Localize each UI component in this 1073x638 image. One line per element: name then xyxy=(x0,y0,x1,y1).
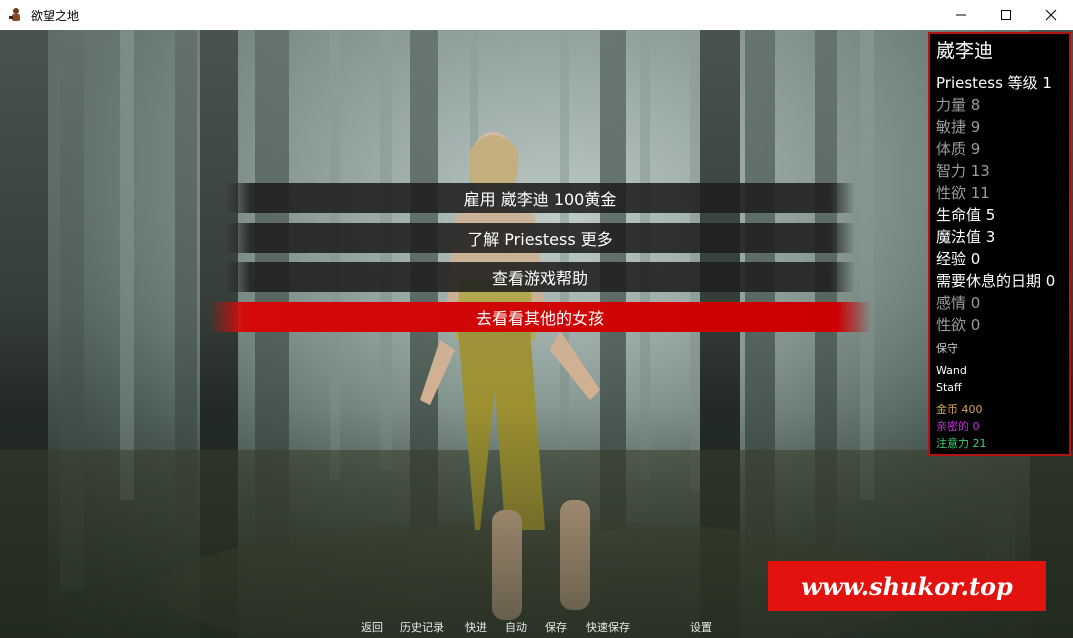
menu-option-learn-more[interactable]: 了解 Priestess 更多 xyxy=(225,223,855,253)
quickmenu-back-button[interactable]: 返回 xyxy=(361,619,383,635)
quickmenu-skip-button[interactable]: 快进 xyxy=(465,619,487,635)
minimize-icon[interactable] xyxy=(938,0,984,30)
intimacy-counter: 亲密的 0 xyxy=(936,420,980,433)
attention-counter: 注意力 21 xyxy=(936,437,987,450)
gold-counter: 金币 400 xyxy=(936,403,983,416)
menu-option-other-girls[interactable]: 去看看其他的女孩 xyxy=(210,302,870,332)
window-titlebar: 欲望之地 xyxy=(0,0,1073,30)
watermark-banner: www.shukor.top xyxy=(768,561,1046,611)
quickmenu-quicksave-button[interactable]: 快速保存 xyxy=(586,619,630,635)
character-name: 崴李迪 xyxy=(936,40,994,62)
quickmenu-history-button[interactable]: 历史记录 xyxy=(400,619,444,635)
stat-constitution: 体质 9 xyxy=(936,140,981,158)
mist-overlay xyxy=(0,30,1073,638)
stat-strength: 力量 8 xyxy=(936,96,981,114)
app-icon xyxy=(9,8,20,21)
character-stats-panel: 崴李迪 Priestess 等级 1 力量 8 敏捷 9 体质 9 智力 13 … xyxy=(928,32,1071,456)
menu-option-label: 去看看其他的女孩 xyxy=(475,309,604,328)
game-scene: 雇用 崴李迪 100黄金 了解 Priestess 更多 查看游戏帮助 去看看其… xyxy=(0,30,1073,638)
menu-option-label: 查看游戏帮助 xyxy=(491,269,588,288)
stat-affection: 感情 0 xyxy=(936,294,981,312)
menu-option-game-help[interactable]: 查看游戏帮助 xyxy=(225,262,855,292)
maximize-icon[interactable] xyxy=(983,0,1029,30)
window-title: 欲望之地 xyxy=(31,8,80,23)
stat-libido: 性欲 11 xyxy=(936,184,990,202)
watermark-text: www.shukor.top xyxy=(801,571,1013,601)
stat-lust: 性欲 0 xyxy=(936,316,981,334)
equipment-item: Staff xyxy=(936,381,962,394)
close-icon[interactable] xyxy=(1028,0,1073,30)
quickmenu-save-button[interactable]: 保存 xyxy=(545,619,567,635)
stat-agility: 敏捷 9 xyxy=(936,118,981,136)
character-class-level: Priestess 等级 1 xyxy=(936,74,1052,92)
stat-mp: 魔法值 3 xyxy=(936,228,996,246)
character-trait: 保守 xyxy=(936,342,958,355)
menu-option-label: 了解 Priestess 更多 xyxy=(467,230,613,249)
quickmenu-settings-button[interactable]: 设置 xyxy=(690,619,712,635)
stat-hp: 生命值 5 xyxy=(936,206,996,224)
stat-intelligence: 智力 13 xyxy=(936,162,990,180)
menu-option-label: 雇用 崴李迪 100黄金 xyxy=(463,190,617,209)
menu-option-hire[interactable]: 雇用 崴李迪 100黄金 xyxy=(225,183,855,213)
stat-experience: 经验 0 xyxy=(936,250,981,268)
equipment-item: Wand xyxy=(936,364,967,377)
quickmenu-auto-button[interactable]: 自动 xyxy=(505,619,527,635)
stat-rest-days: 需要休息的日期 0 xyxy=(936,272,1056,290)
